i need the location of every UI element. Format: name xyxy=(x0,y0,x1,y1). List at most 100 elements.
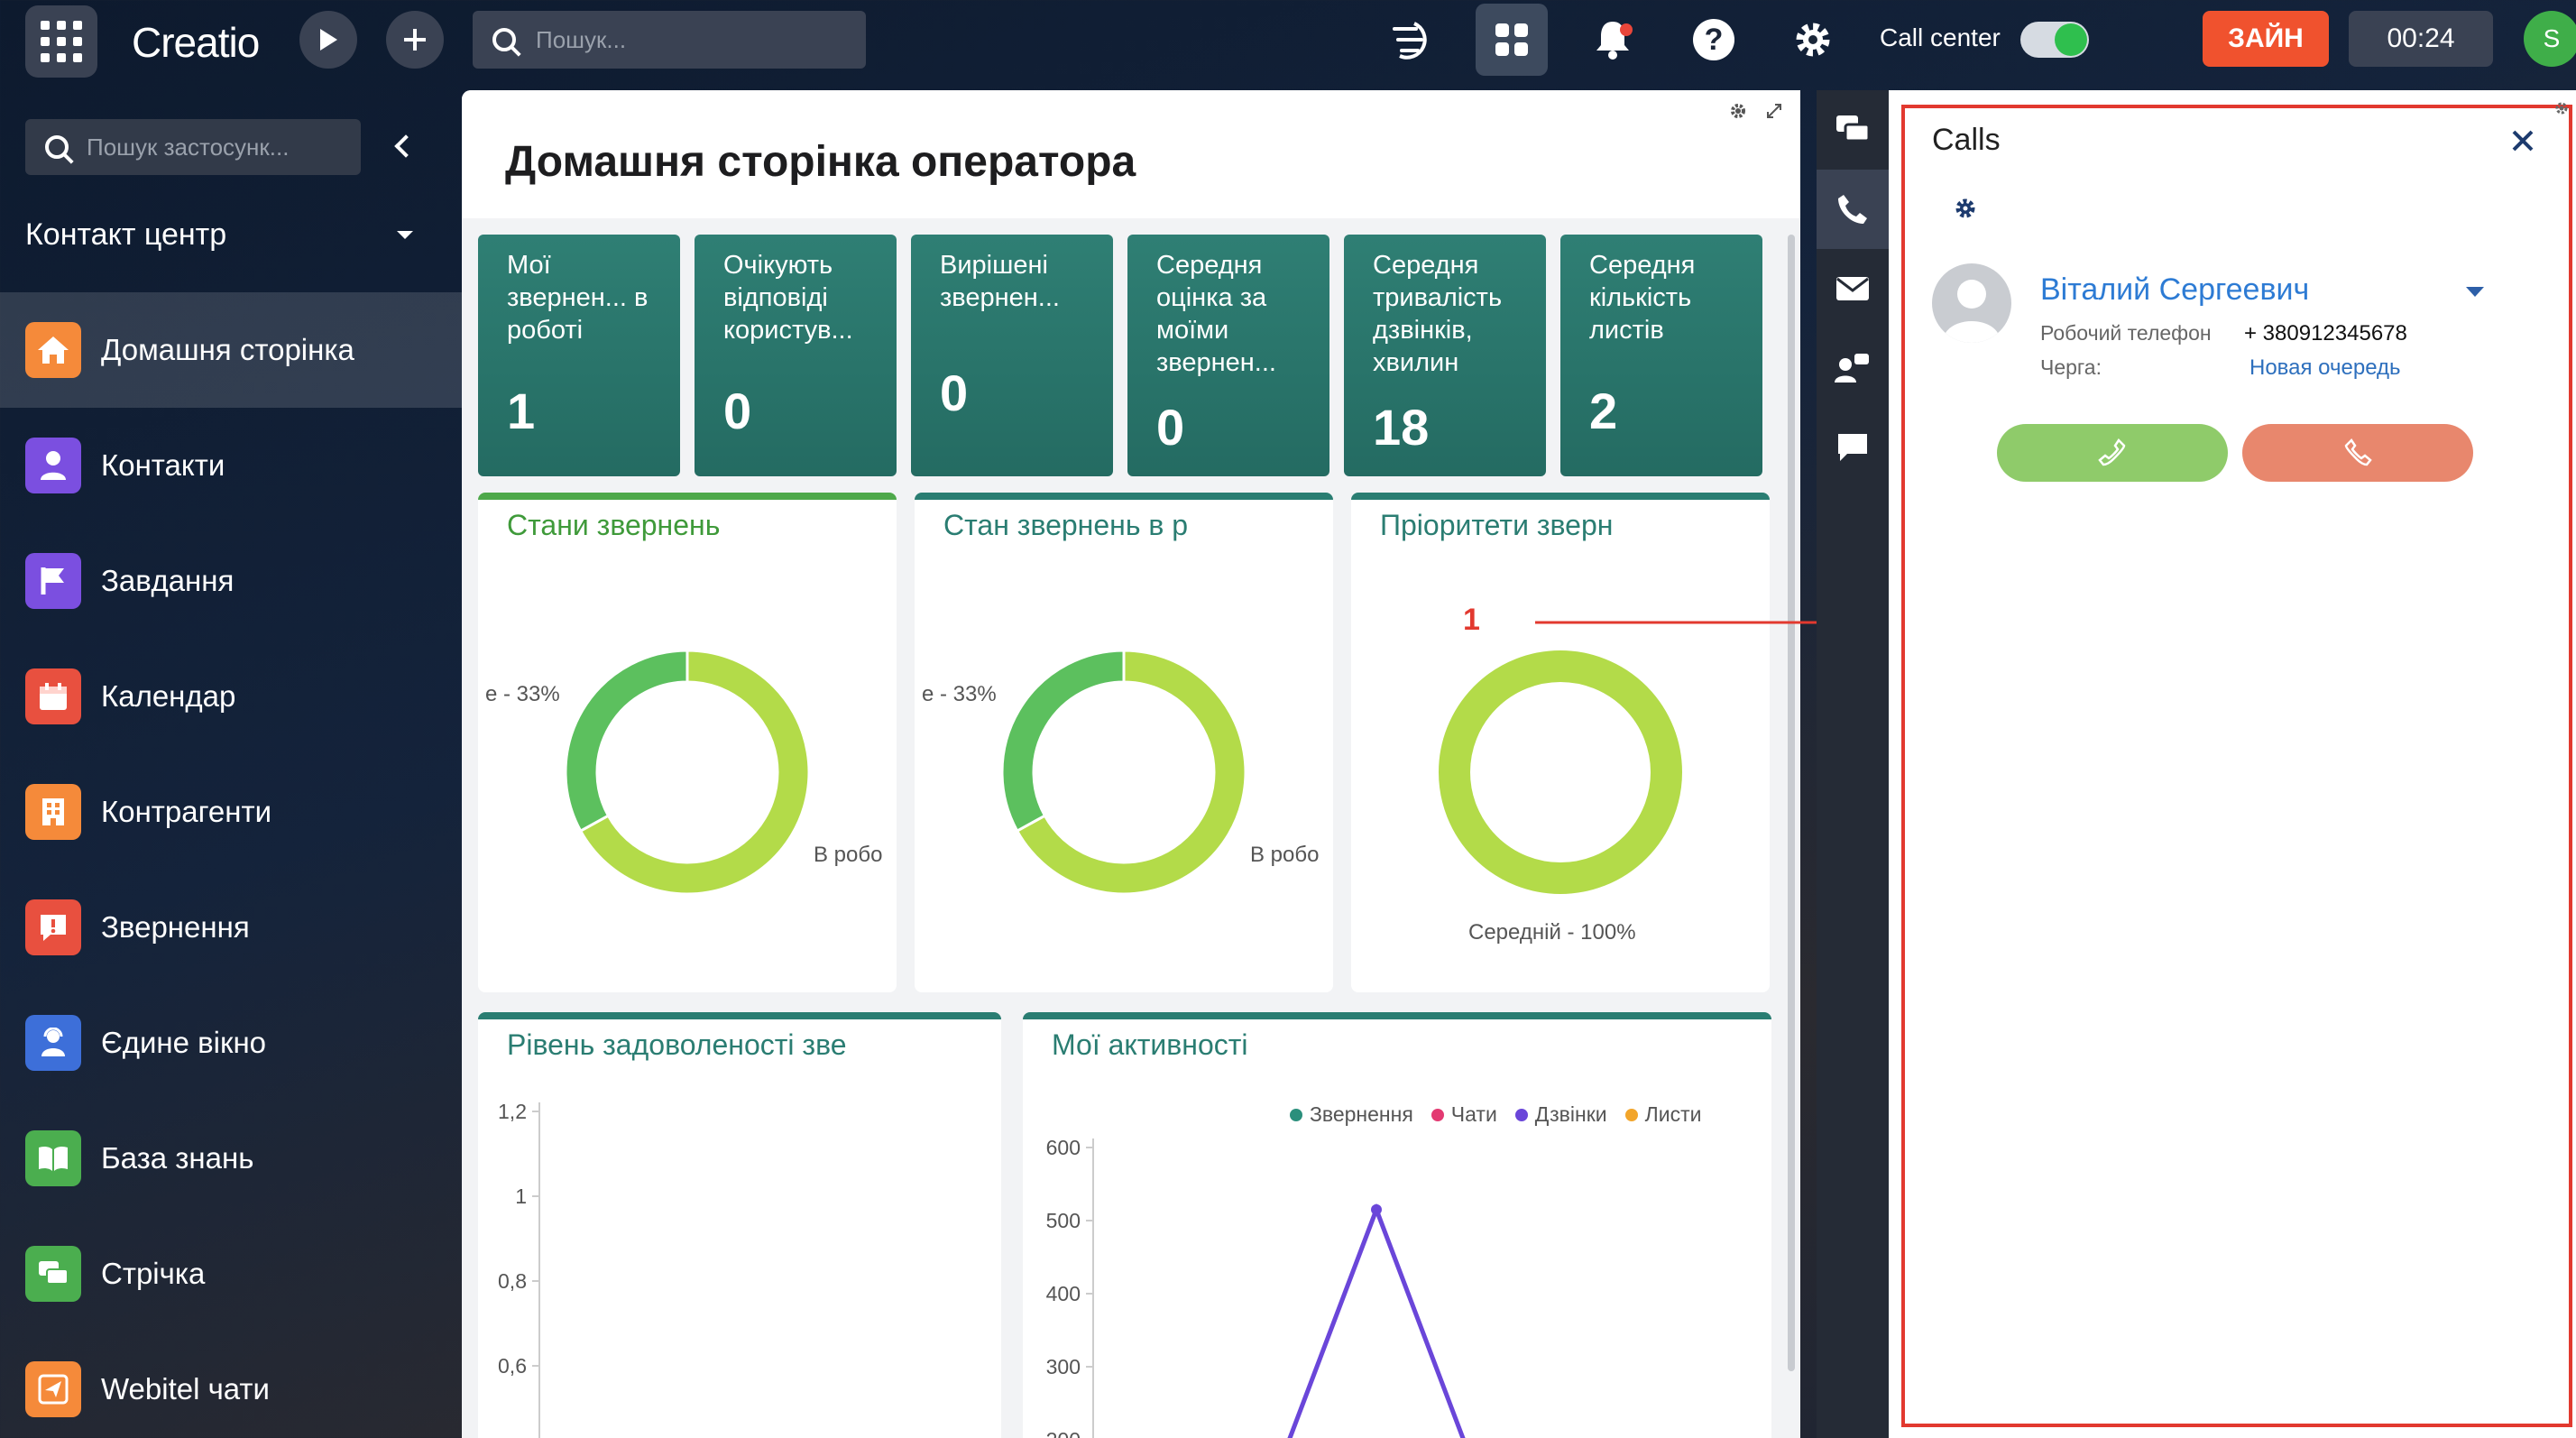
collapse-sidebar-button[interactable] xyxy=(388,126,424,166)
contact-name-link[interactable]: Віталий Сергеевич xyxy=(2040,272,2309,308)
alert-icon xyxy=(25,899,81,955)
app-search[interactable] xyxy=(25,119,361,175)
toggle-knob xyxy=(2055,23,2087,56)
y-tick-label: 0,6 xyxy=(498,1354,527,1378)
kpi-value: 0 xyxy=(1156,399,1185,456)
strip-calls-button[interactable] xyxy=(1817,170,1889,249)
operator-status-button[interactable]: ЗАЙН xyxy=(2203,11,2329,67)
notifications-button[interactable] xyxy=(1584,11,1642,69)
sidebar-item-feed[interactable]: Стрічка xyxy=(0,1216,462,1332)
donut-slice xyxy=(1439,650,1682,894)
strip-messages-button[interactable] xyxy=(1817,408,1889,487)
add-button[interactable] xyxy=(386,11,444,69)
kpi-tile[interactable]: Середня тривалість дзвінків, хвилин 18 xyxy=(1344,235,1546,476)
close-button[interactable] xyxy=(2511,121,2535,161)
card-accent-bar xyxy=(478,493,897,500)
answer-call-button[interactable] xyxy=(1997,424,2228,482)
sidebar: Контакт центр Домашня сторінка Контакти … xyxy=(0,90,462,1438)
calls-title: Calls xyxy=(1932,123,2001,157)
global-search[interactable] xyxy=(473,11,866,69)
notification-badge xyxy=(1620,23,1633,36)
sidebar-item-agent-desktop[interactable]: Єдине вікно xyxy=(0,985,462,1101)
user-avatar[interactable]: S xyxy=(2524,11,2576,67)
sidebar-item-label: Стрічка xyxy=(101,1257,206,1290)
sidebar-item-label: Завдання xyxy=(101,564,235,597)
global-search-input[interactable] xyxy=(536,25,860,54)
sidebar-item-calendar[interactable]: Календар xyxy=(0,639,462,754)
sidebar-item-cases[interactable]: Звернення xyxy=(0,870,462,985)
kpi-tile[interactable]: Вирішені звернен... 0 xyxy=(911,235,1113,476)
gear-icon xyxy=(1796,23,1830,57)
help-button[interactable]: ? xyxy=(1685,11,1743,69)
card-accent-bar xyxy=(915,493,1333,500)
page-title: Домашня сторінка оператора xyxy=(505,138,1136,186)
nav-menu: Домашня сторінка Контакти Завдання Кален… xyxy=(0,292,462,1438)
dashboard-scrollbar[interactable] xyxy=(1788,235,1795,1371)
activities-card: Мої активності Звернення Чати Дзвінки Листи… xyxy=(1023,1012,1771,1438)
sync-button[interactable] xyxy=(1382,11,1440,69)
queue-link[interactable]: Новая очередь xyxy=(2249,355,2401,381)
workspace-label: Контакт центр xyxy=(25,217,227,252)
envelope-icon xyxy=(1836,277,1869,300)
app-launcher-button[interactable] xyxy=(25,5,97,78)
y-tick-label: 1,2 xyxy=(498,1100,527,1123)
y-tick-label: 300 xyxy=(1046,1355,1081,1378)
search-icon xyxy=(45,135,69,159)
sidebar-item-knowledge-base[interactable]: База знань xyxy=(0,1101,462,1216)
kpi-label: Середня кількість листів xyxy=(1589,251,1696,345)
search-icon xyxy=(492,28,516,51)
annotation-number: 1 xyxy=(1463,603,1480,637)
sidebar-item-home[interactable]: Домашня сторінка xyxy=(0,292,462,408)
kpi-tile[interactable]: Середня оцінка за моїми звернен... 0 xyxy=(1127,235,1329,476)
kpi-tile[interactable]: Мої звернен... в роботі 1 xyxy=(478,235,680,476)
calendar-icon xyxy=(25,668,81,724)
satisfaction-card: Рівень задоволеності зве 1,210,80,60,4 xyxy=(478,1012,1001,1438)
donut-slice xyxy=(564,649,689,834)
card-title: Стан звернень в р xyxy=(943,509,1189,541)
sidebar-item-tasks[interactable]: Завдання xyxy=(0,523,462,639)
series-line xyxy=(1287,1203,1466,1438)
kpi-value: 1 xyxy=(507,383,536,439)
sidebar-item-label: Календар xyxy=(101,679,236,713)
strip-agents-button[interactable] xyxy=(1817,328,1889,408)
strip-email-button[interactable] xyxy=(1817,249,1889,328)
app-search-input[interactable] xyxy=(87,133,357,161)
run-process-button[interactable] xyxy=(299,11,357,69)
kpi-label: Мої звернен... в роботі xyxy=(507,251,649,345)
y-tick-label: 1 xyxy=(515,1185,527,1208)
kpi-label: Середня оцінка за моїми звернен... xyxy=(1156,251,1276,377)
callcenter-toggle[interactable] xyxy=(2020,22,2089,58)
sidebar-item-label: Звернення xyxy=(101,910,250,944)
kpi-tile[interactable]: Середня кількість листів 2 xyxy=(1560,235,1762,476)
settings-small-icon[interactable] xyxy=(2554,101,2569,115)
settings-button[interactable] xyxy=(1784,11,1842,69)
sidebar-item-contacts[interactable]: Контакти xyxy=(0,408,462,523)
workspace-selector[interactable]: Контакт центр xyxy=(25,207,422,262)
caret-down-icon[interactable] xyxy=(2466,287,2484,297)
donut-label: е - 33% xyxy=(485,682,560,706)
kpi-tile[interactable]: Очікують відповіді користув... 0 xyxy=(695,235,897,476)
kpi-value: 0 xyxy=(940,364,969,421)
donut-chart xyxy=(1439,650,1682,894)
donut-label: В робо xyxy=(814,843,883,867)
phone-icon xyxy=(2098,438,2126,466)
kpi-value: 2 xyxy=(1589,383,1618,439)
status-timer: 00:24 xyxy=(2349,11,2493,67)
header-tools xyxy=(1730,103,1782,119)
donut-chart xyxy=(1000,649,1247,896)
decline-call-button[interactable] xyxy=(2242,424,2473,482)
satisfaction-chart: 1,210,80,60,4 xyxy=(498,1100,540,1438)
sidebar-item-accounts[interactable]: Контрагенти xyxy=(0,754,462,870)
send-icon xyxy=(25,1361,81,1417)
donut-label: В робо xyxy=(1250,843,1320,867)
home-icon xyxy=(25,322,81,378)
expand-icon[interactable] xyxy=(1766,103,1782,119)
strip-chats-button[interactable] xyxy=(1817,90,1889,170)
case-work-state-card: Стан звернень в р е - 33% В робо xyxy=(915,493,1333,992)
settings-small-icon[interactable] xyxy=(1730,103,1746,119)
sidebar-item-webitel-chats[interactable]: Webitel чати xyxy=(0,1332,462,1438)
contact-avatar xyxy=(1932,263,2011,343)
dashboards-button[interactable] xyxy=(1476,4,1548,76)
kpi-label: Середня тривалість дзвінків, хвилин xyxy=(1373,251,1503,377)
gear-icon[interactable] xyxy=(1954,197,1977,220)
